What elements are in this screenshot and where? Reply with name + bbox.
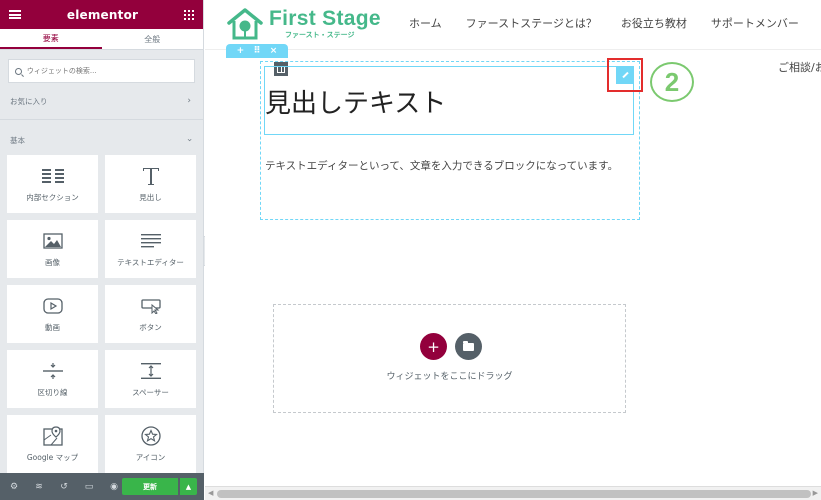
widget-label: 区切り線 xyxy=(37,387,68,397)
heading-widget-text[interactable]: 見出しテキスト xyxy=(265,83,446,120)
widget-video[interactable]: 動画 xyxy=(7,285,98,343)
widget-icon[interactable]: アイコン xyxy=(105,415,196,473)
update-button[interactable]: 更新 xyxy=(122,478,178,495)
widgets-grid-icon[interactable] xyxy=(184,9,194,20)
divider-icon xyxy=(42,361,63,381)
settings-gear-icon[interactable]: ⚙ xyxy=(8,481,20,493)
editor-sidebar: elementor 要素 全般 お気に入り › 基本 › 内部セクション xyxy=(0,0,204,500)
logo-subtitle: ファースト・ステージ xyxy=(285,31,355,39)
widget-label: ボタン xyxy=(139,322,162,332)
heading-icon xyxy=(142,166,160,186)
scroll-right-icon[interactable]: ▶ xyxy=(813,489,818,497)
tab-elements[interactable]: 要素 xyxy=(0,29,102,49)
widget-search-box[interactable] xyxy=(8,59,195,83)
nav-item-support-members[interactable]: サポートメンバー xyxy=(711,15,799,31)
text-editor-widget-text[interactable]: テキストエディターといって、文章を入力できるブロックになっています。 xyxy=(265,157,625,175)
scrollbar-thumb[interactable] xyxy=(217,490,811,498)
favorites-label: お気に入り xyxy=(10,96,48,106)
nav-item-materials[interactable]: お役立ち教材 xyxy=(621,15,687,31)
chevron-down-icon: › xyxy=(184,138,195,142)
step-number-badge: 2 xyxy=(650,62,694,102)
section-handle[interactable]: + ⠿ × xyxy=(226,44,288,58)
widget-spacer[interactable]: スペーサー xyxy=(105,350,196,408)
nav-item-about[interactable]: ファーストステージとは？ xyxy=(466,15,597,31)
sidebar-tabs: 要素 全般 xyxy=(0,29,203,50)
consult-link[interactable]: ご相談/お xyxy=(778,59,821,75)
inner-section-icon xyxy=(41,166,64,186)
image-icon xyxy=(42,231,63,251)
delete-section-icon[interactable]: × xyxy=(270,46,278,56)
widget-label: 動画 xyxy=(45,322,60,332)
widget-label: スペーサー xyxy=(132,387,169,397)
house-logo-icon xyxy=(227,8,263,40)
divider xyxy=(0,119,203,120)
site-logo[interactable]: First Stage ファースト・ステージ xyxy=(225,7,381,41)
preview-eye-icon[interactable]: ◉ xyxy=(108,481,120,493)
logo-title: First Stage xyxy=(269,7,381,30)
spacer-icon xyxy=(140,361,161,381)
folder-icon xyxy=(463,340,474,351)
widget-divider[interactable]: 区切り線 xyxy=(7,350,98,408)
brand-title: elementor xyxy=(66,7,139,22)
widget-label: テキストエディター xyxy=(117,257,184,267)
sidebar-header: elementor xyxy=(0,0,203,29)
add-section-icon[interactable]: + xyxy=(237,46,245,56)
sidebar-footer: ⚙ ≋ ↺ ▭ ◉ 更新 ▲ xyxy=(0,473,204,500)
text-editor-icon xyxy=(140,231,161,251)
navigator-layers-icon[interactable]: ≋ xyxy=(33,481,45,493)
menu-icon[interactable] xyxy=(9,10,21,19)
widget-label: Google マップ xyxy=(26,452,79,462)
update-options-caret-icon[interactable]: ▲ xyxy=(180,478,197,495)
scroll-left-icon[interactable]: ◀ xyxy=(208,489,213,497)
responsive-mode-icon[interactable]: ▭ xyxy=(83,481,95,493)
widget-search-input[interactable] xyxy=(26,67,194,75)
main-nav: ホーム ファーストステージとは？ お役立ち教材 サポートメンバー 活 xyxy=(409,15,821,31)
map-icon xyxy=(42,425,63,446)
widget-label: アイコン xyxy=(135,452,166,462)
widget-google-map[interactable]: Google マップ xyxy=(7,415,98,473)
chevron-right-icon: › xyxy=(187,96,191,106)
tab-global[interactable]: 全般 xyxy=(102,29,204,49)
widget-label: 内部セクション xyxy=(26,192,79,202)
nav-item-home[interactable]: ホーム xyxy=(409,15,442,31)
widget-text-editor[interactable]: テキストエディター xyxy=(105,220,196,278)
horizontal-scrollbar[interactable]: ◀ ▶ xyxy=(205,486,821,500)
site-header: First Stage ファースト・ステージ ホーム ファーストステージとは？ … xyxy=(205,0,821,50)
drop-zone-label: ウィジェットをここにドラッグ xyxy=(386,372,513,382)
add-new-section-button[interactable]: + xyxy=(420,333,447,360)
button-icon xyxy=(140,296,161,316)
drag-section-icon[interactable]: ⠿ xyxy=(253,46,260,56)
widget-image[interactable]: 画像 xyxy=(7,220,98,278)
basic-label: 基本 xyxy=(10,135,25,145)
widget-inner-section[interactable]: 内部セクション xyxy=(7,155,98,213)
favorites-category[interactable]: お気に入り › xyxy=(0,93,203,109)
widget-heading[interactable]: 見出し xyxy=(105,155,196,213)
video-icon xyxy=(42,296,63,316)
widget-label: 見出し xyxy=(139,192,162,202)
history-icon[interactable]: ↺ xyxy=(58,481,70,493)
star-icon xyxy=(140,425,161,446)
widget-button[interactable]: ボタン xyxy=(105,285,196,343)
add-template-button[interactable] xyxy=(455,333,482,360)
empty-drop-zone[interactable] xyxy=(273,304,626,413)
widget-label: 画像 xyxy=(45,257,60,267)
widget-grid: 内部セクション 見出し 画像 テキストエディター 動画 ボタン 区切り線 スペー… xyxy=(7,155,198,473)
search-icon xyxy=(15,67,22,75)
basic-category[interactable]: 基本 › xyxy=(0,132,203,148)
highlight-box xyxy=(607,58,643,92)
